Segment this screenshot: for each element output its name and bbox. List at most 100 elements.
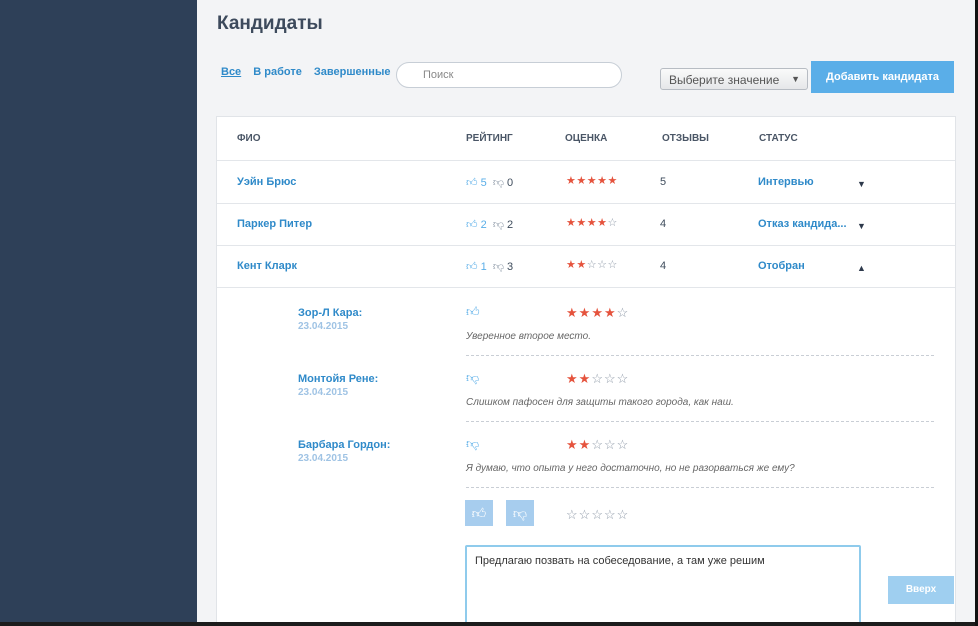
star-empty-icon: ☆ — [607, 217, 618, 229]
add-candidate-button[interactable]: Добавить кандидата — [811, 61, 954, 93]
chevron-up-icon[interactable]: ▲ — [857, 263, 866, 273]
select-value: Выберите значение — [669, 73, 780, 87]
thumbs-down-icon: 👎︎ — [492, 261, 504, 273]
star-empty-icon: ☆ — [591, 437, 604, 452]
star-filled-icon: ★ — [578, 305, 592, 320]
review-date: 23.04.2015 — [298, 453, 349, 464]
column-header-score[interactable]: ОЦЕНКА — [565, 133, 607, 144]
star-filled-icon: ★ — [576, 217, 587, 229]
status-value[interactable]: Интервью — [758, 176, 814, 188]
candidate-name[interactable]: Кент Кларк — [237, 260, 297, 272]
search-input[interactable] — [396, 62, 622, 88]
candidates-table: ФИО РЕЙТИНГ ОЦЕНКА ОТЗЫВЫ СТАТУС Уэйн Бр… — [216, 116, 956, 622]
likes-count: 5 — [480, 177, 487, 189]
filter-tabs: Все В работе Завершенные — [221, 66, 399, 78]
thumbs-up-icon: 👍︎ — [466, 261, 478, 273]
thumbs-down-icon: 👎︎ — [466, 436, 480, 451]
new-review-rating[interactable]: ☆☆☆☆☆ — [566, 507, 629, 523]
main-content: Кандидаты Все В работе Завершенные Выбер… — [197, 0, 978, 622]
window-bottom-edge — [0, 622, 978, 626]
thumbs-down-button[interactable]: 👎︎ — [506, 500, 534, 526]
star-filled-icon: ★ — [586, 175, 598, 187]
divider — [217, 203, 955, 204]
star-filled-icon: ★ — [578, 371, 592, 386]
status-select[interactable]: Выберите значение ▼ — [660, 68, 808, 90]
chevron-down-icon[interactable]: ▼ — [857, 221, 866, 231]
star-rating: ★★★★☆ — [566, 216, 618, 229]
thumbs-down-icon: 👎︎ — [466, 370, 480, 385]
star-filled-icon: ★ — [586, 217, 598, 229]
chevron-down-icon[interactable]: ▼ — [857, 179, 866, 189]
dislikes-count: 0 — [507, 177, 514, 189]
star-empty-icon: ☆ — [578, 507, 592, 522]
review-text: Уверенное второе место. — [466, 331, 591, 342]
dislikes-count: 2 — [507, 219, 514, 231]
star-empty-icon: ☆ — [616, 305, 630, 320]
thumbs-down-icon: 👎︎ — [492, 177, 504, 189]
review-divider — [466, 487, 934, 488]
page-title: Кандидаты — [217, 13, 323, 34]
star-empty-icon: ☆ — [603, 437, 617, 452]
scroll-top-button[interactable]: Вверх — [888, 576, 954, 604]
divider — [217, 160, 955, 161]
star-empty-icon: ☆ — [566, 507, 579, 522]
comment-textarea[interactable] — [465, 545, 861, 622]
thumbs-down-icon: 👎︎ — [512, 505, 528, 521]
filter-completed[interactable]: Завершенные — [314, 66, 391, 78]
thumbs-up-icon: 👍︎ — [466, 177, 478, 189]
status-value[interactable]: Отказ кандида... — [758, 218, 847, 230]
status-value[interactable]: Отобран — [758, 260, 805, 272]
filter-in-progress[interactable]: В работе — [253, 66, 302, 78]
filter-all[interactable]: Все — [221, 66, 241, 78]
star-filled-icon: ★ — [607, 175, 618, 187]
review-author[interactable]: Монтойя Рене: — [298, 373, 378, 385]
rating-cell: 👍︎ 5 👎︎ 0 — [466, 176, 513, 189]
star-filled-icon: ★ — [566, 305, 579, 320]
dislikes-count: 3 — [507, 261, 514, 273]
column-header-reviews[interactable]: ОТЗЫВЫ — [662, 133, 709, 144]
review-text: Слишком пафосен для защиты такого города… — [466, 397, 734, 408]
review-divider — [466, 355, 934, 356]
review-date: 23.04.2015 — [298, 321, 349, 332]
column-header-status[interactable]: СТАТУС — [759, 133, 798, 144]
thumbs-up-button[interactable]: 👍︎ — [465, 500, 493, 526]
column-header-rating[interactable]: РЕЙТИНГ — [466, 133, 513, 144]
rating-cell: 👍︎ 2 👎︎ 2 — [466, 218, 513, 231]
candidate-name[interactable]: Уэйн Брюс — [237, 176, 296, 188]
likes-count: 2 — [480, 219, 487, 231]
likes-count: 1 — [480, 261, 487, 273]
score-value: 5 — [660, 176, 667, 188]
review-divider — [466, 421, 934, 422]
thumbs-down-icon: 👎︎ — [492, 219, 504, 231]
star-empty-icon: ☆ — [603, 371, 617, 386]
review-author[interactable]: Барбара Гордон: — [298, 439, 390, 451]
divider — [217, 287, 955, 288]
chevron-down-icon: ▼ — [791, 74, 800, 84]
thumbs-up-icon: 👍︎ — [466, 219, 478, 231]
column-header-name[interactable]: ФИО — [237, 133, 261, 144]
star-rating: ★★☆☆☆ — [566, 258, 618, 271]
star-filled-icon: ★ — [591, 305, 604, 320]
review-stars: ★★☆☆☆ — [566, 437, 629, 453]
star-rating: ★★★★★ — [566, 174, 618, 187]
star-empty-icon: ☆ — [591, 371, 604, 386]
divider — [217, 245, 955, 246]
star-empty-icon: ☆ — [616, 371, 630, 386]
star-filled-icon: ★ — [566, 259, 577, 271]
star-empty-icon: ☆ — [597, 259, 608, 271]
candidate-name[interactable]: Паркер Питер — [237, 218, 312, 230]
review-text: Я думаю, что опыта у него достаточно, но… — [466, 463, 795, 474]
sidebar — [0, 0, 197, 626]
review-date: 23.04.2015 — [298, 387, 349, 398]
review-stars: ★★☆☆☆ — [566, 371, 629, 387]
star-empty-icon: ☆ — [616, 507, 630, 522]
star-filled-icon: ★ — [603, 305, 617, 320]
star-filled-icon: ★ — [576, 175, 587, 187]
score-value: 4 — [660, 260, 667, 272]
star-empty-icon: ☆ — [607, 259, 618, 271]
star-filled-icon: ★ — [566, 371, 579, 386]
star-empty-icon: ☆ — [586, 259, 598, 271]
review-author[interactable]: Зор-Л Кара: — [298, 307, 362, 319]
star-empty-icon: ☆ — [616, 437, 630, 452]
thumbs-up-icon: 👍︎ — [466, 304, 480, 319]
